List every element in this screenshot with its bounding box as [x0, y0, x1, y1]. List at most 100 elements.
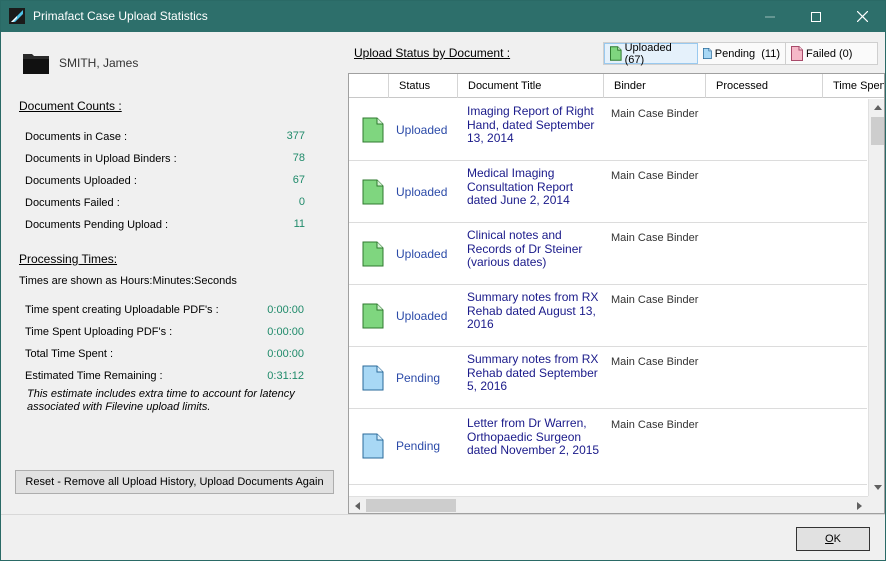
- time-format-note: Times are shown as Hours:Minutes:Seconds: [19, 275, 237, 287]
- doc-green-icon: [362, 179, 384, 205]
- status-filter-tabs: Uploaded (67) Pending (11) Failed (0): [603, 41, 878, 66]
- row-status: Uploaded: [396, 185, 448, 199]
- upload-statistics-window: Primafact Case Upload Statistics SMITH, …: [0, 0, 886, 561]
- row-binder: Main Case Binder: [611, 170, 699, 182]
- stat-value-documents-failed: 0: [298, 196, 305, 208]
- stat-value-documents-in-case: 377: [286, 130, 305, 142]
- scroll-up-arrow[interactable]: [869, 99, 884, 116]
- column-header-binder[interactable]: Binder: [604, 74, 706, 98]
- doc-blue-icon: [703, 48, 712, 59]
- ok-button[interactable]: OK: [796, 527, 870, 551]
- tab-uploaded-label: Uploaded (67): [624, 41, 672, 66]
- stat-value-time-creating-pdfs: 0:00:00: [267, 304, 304, 316]
- stat-label-documents-failed: Documents Failed :: [25, 197, 120, 209]
- grid-header: Status Document Title Binder Processed T…: [349, 74, 884, 98]
- statistics-panel: SMITH, James Document Counts : Documents…: [1, 32, 346, 514]
- chevron-left-icon: [355, 501, 360, 510]
- upload-status-panel: Upload Status by Document : Uploaded (67…: [347, 32, 885, 514]
- stat-label-documents-in-upload-binders: Documents in Upload Binders :: [25, 153, 177, 165]
- ok-label-rest: K: [833, 533, 841, 545]
- column-header-status[interactable]: Status: [389, 74, 458, 98]
- row-status: Uploaded: [396, 247, 448, 261]
- folder-icon: [23, 54, 49, 74]
- tab-pending-label: Pending (11): [714, 47, 780, 60]
- maximize-button[interactable]: [793, 1, 839, 32]
- close-button[interactable]: [839, 1, 885, 32]
- stat-label-time-creating-pdfs: Time spent creating Uploadable PDF's :: [25, 304, 219, 316]
- row-document-title: Letter from Dr Warren, Orthopaedic Surge…: [467, 416, 600, 457]
- estimate-note: This estimate includes extra time to acc…: [27, 388, 295, 413]
- primafact-app-icon: [9, 8, 25, 24]
- column-header-processed[interactable]: Processed: [706, 74, 823, 98]
- stat-value-time-uploading-pdfs: 0:00:00: [267, 326, 304, 338]
- reset-upload-history-button[interactable]: Reset - Remove all Upload History, Uploa…: [15, 470, 334, 494]
- scroll-left-arrow[interactable]: [349, 497, 366, 513]
- ok-label-accelerator: O: [825, 533, 834, 545]
- doc-green-icon: [362, 303, 384, 329]
- table-row[interactable]: Uploaded Summary notes from RX Rehab dat…: [349, 285, 867, 347]
- table-row[interactable]: Pending Summary notes from RX Rehab date…: [349, 347, 867, 409]
- row-document-title: Medical Imaging Consultation Report date…: [467, 166, 574, 207]
- tab-uploaded[interactable]: Uploaded (67): [604, 41, 698, 66]
- maximize-icon: [811, 11, 821, 22]
- chevron-up-icon: [873, 105, 882, 110]
- doc-blue-icon: [362, 365, 384, 391]
- scroll-down-arrow[interactable]: [869, 479, 884, 496]
- column-header-document-title[interactable]: Document Title: [458, 74, 604, 98]
- table-row[interactable]: Uploaded Imaging Report of Right Hand, d…: [349, 99, 867, 161]
- dialog-footer: OK: [1, 514, 885, 560]
- stat-value-estimated-time-remaining: 0:31:12: [267, 370, 304, 382]
- column-header-time-spent[interactable]: Time Spent: [823, 74, 884, 98]
- doc-green-icon: [610, 46, 622, 61]
- row-binder: Main Case Binder: [611, 294, 699, 306]
- column-header-row-selector: [349, 74, 389, 98]
- grid-rows: Uploaded Imaging Report of Right Hand, d…: [349, 99, 867, 496]
- stat-label-total-time-spent: Total Time Spent :: [25, 348, 114, 360]
- table-row[interactable]: Uploaded Medical Imaging Consultation Re…: [349, 161, 867, 223]
- table-row[interactable]: Pending Letter from Dr Warren, Orthopaed…: [349, 409, 867, 485]
- scroll-right-arrow[interactable]: [851, 497, 868, 513]
- upload-status-heading: Upload Status by Document :: [354, 46, 511, 60]
- tab-pending[interactable]: Pending (11): [698, 43, 786, 64]
- doc-green-icon: [362, 241, 384, 267]
- row-binder: Main Case Binder: [611, 419, 699, 431]
- stat-label-estimated-time-remaining: Estimated Time Remaining :: [25, 370, 163, 382]
- tab-failed[interactable]: Failed (0): [786, 43, 877, 64]
- table-row[interactable]: Uploaded Clinical notes and Records of D…: [349, 223, 867, 285]
- row-binder: Main Case Binder: [611, 232, 699, 244]
- window-title: Primafact Case Upload Statistics: [33, 9, 208, 23]
- doc-green-icon: [362, 117, 384, 143]
- minimize-button[interactable]: [747, 1, 793, 32]
- stat-value-documents-uploaded: 67: [292, 174, 305, 186]
- stat-label-documents-in-case: Documents in Case :: [25, 131, 128, 143]
- vertical-scroll-thumb[interactable]: [871, 117, 884, 145]
- row-document-title: Imaging Report of Right Hand, dated Sept…: [467, 104, 595, 145]
- doc-pink-icon: [791, 46, 803, 61]
- row-document-title: Summary notes from RX Rehab dated Septem…: [467, 352, 599, 393]
- table-row-partial[interactable]: [349, 485, 867, 496]
- document-counts-heading: Document Counts :: [19, 99, 122, 113]
- row-binder: Main Case Binder: [611, 108, 699, 120]
- vertical-scrollbar[interactable]: [868, 99, 884, 496]
- minimize-icon: [765, 16, 775, 17]
- scrollbar-corner: [868, 496, 884, 513]
- title-bar: Primafact Case Upload Statistics: [1, 1, 885, 32]
- horizontal-scroll-thumb[interactable]: [366, 499, 456, 512]
- close-icon: [856, 11, 868, 22]
- client-name: SMITH, James: [59, 56, 139, 70]
- stat-label-time-uploading-pdfs: Time Spent Uploading PDF's :: [25, 326, 173, 338]
- row-status: Uploaded: [396, 123, 448, 137]
- chevron-right-icon: [857, 501, 862, 510]
- tab-failed-label: Failed (0): [806, 47, 853, 60]
- horizontal-scrollbar[interactable]: [349, 496, 868, 513]
- stat-value-total-time-spent: 0:00:00: [267, 348, 304, 360]
- chevron-down-icon: [873, 485, 882, 490]
- stat-value-documents-pending-upload: 11: [293, 218, 305, 230]
- row-status: Uploaded: [396, 309, 448, 323]
- stat-label-documents-uploaded: Documents Uploaded :: [25, 175, 137, 187]
- stat-value-documents-in-upload-binders: 78: [292, 152, 305, 164]
- document-status-grid: Status Document Title Binder Processed T…: [348, 73, 885, 514]
- row-status: Pending: [396, 439, 441, 453]
- row-document-title: Clinical notes and Records of Dr Steiner…: [467, 228, 583, 269]
- row-status: Pending: [396, 371, 441, 385]
